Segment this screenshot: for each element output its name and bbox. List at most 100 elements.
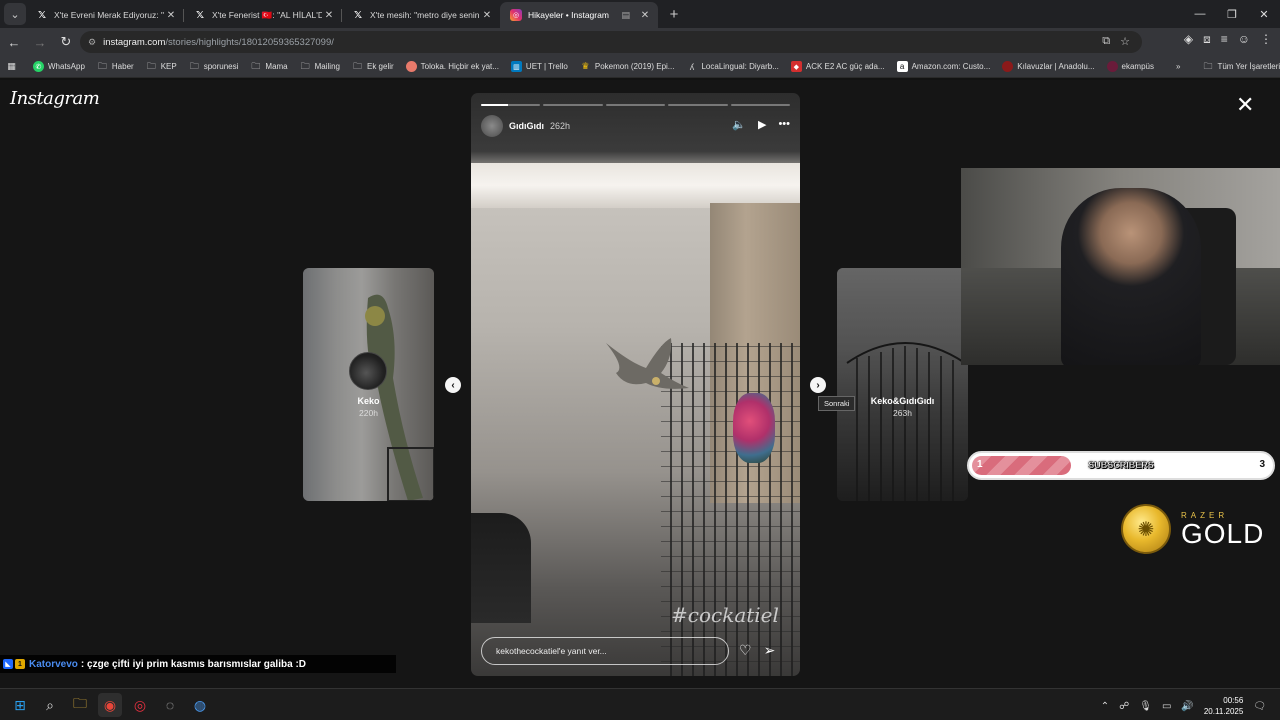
extensions-puzzle-icon[interactable]: ⧈ [1203,32,1211,47]
story-time: 263h [893,408,912,418]
tab-search-button[interactable]: ⌄ [4,3,26,25]
prime-badge-icon: ◣ [3,659,13,669]
search-icon[interactable]: ⌕ [38,693,62,717]
overflow-chevron-icon: » [1176,62,1181,71]
story-user-avatar[interactable] [481,115,503,137]
bookmark-label: sporunesi [203,62,239,71]
folder-icon: 🗀 [352,60,362,71]
bookmark-label: Toloka. Hiçbir ek yat... [420,62,499,71]
bookmark-item[interactable]: ✆ WhatsApp [27,57,91,77]
bookmark-item[interactable]: Kılavuzlar | Anadolu... [996,57,1100,77]
notifications-icon[interactable]: 🗨 [1253,701,1266,712]
file-explorer-icon[interactable]: 🗀 [68,693,92,717]
crown-icon: ♛ [581,61,590,71]
media-controls-icon[interactable]: ≡ [1221,32,1228,47]
anadolu-icon [1002,61,1014,72]
next-story-button[interactable]: › [810,377,826,393]
previous-story-button[interactable]: ‹ [445,377,461,393]
bookmark-folder[interactable]: 🗀 Mailing [294,57,346,77]
bookmark-folder[interactable]: 🗀 KEP [140,57,183,77]
story-hashtag-sticker: #cockatiel [671,603,779,627]
bookmark-item[interactable]: a Amazon.com: Custo... [891,57,997,77]
network-icon[interactable]: ☍ [1119,701,1129,712]
media-playing-icon[interactable]: ▤ [621,10,630,21]
close-icon[interactable]: ✕ [638,10,652,21]
system-tray: ⌃ ☍ 🎙 ▭ 🔊 00:56 20.11.2025 🗨 [1101,695,1266,717]
bookmark-item[interactable]: ◆ ACK E2 AC güç ada... [785,57,891,77]
clock-date: 20.11.2025 [1203,707,1244,716]
play-icon[interactable]: ▶ [758,118,766,131]
close-icon[interactable]: ✕ [480,10,494,21]
new-tab-button[interactable]: + [662,6,686,23]
browser-toolbar: ← → ↻ ⚙ instagram.com/stories/highlights… [0,28,1280,56]
story-toy [733,393,775,463]
volume-icon[interactable]: 🔊 [1181,701,1193,712]
bookmark-item[interactable]: ▥ UET | Trello [505,57,574,77]
browser-tab[interactable]: 𝕏 X'te mesih: "metro diye senin k ✕ [342,2,500,28]
reload-button[interactable]: ↻ [54,30,78,54]
instagram-logo[interactable]: Instagram [10,88,100,109]
window-close-icon[interactable]: ✕ [1248,0,1280,28]
bookmark-item[interactable]: ekampüs [1101,57,1160,77]
heart-icon[interactable]: ♡ [739,642,752,659]
toloka-icon [405,61,417,72]
apps-button[interactable]: ▦ [0,57,27,77]
tab-title: Hikayeler • Instagram [528,10,609,20]
bookmark-item[interactable]: ʎ LocaLingual: Diyarb... [680,57,784,77]
site-info-icon[interactable]: ⚙ [88,37,96,48]
close-icon[interactable]: ✕ [322,10,336,21]
menu-kebab-icon[interactable]: ⋮ [1260,32,1272,47]
browser-tab-active[interactable]: ◎ Hikayeler • Instagram ▤ ✕ [500,2,658,28]
bookmark-label: ekampüs [1121,62,1154,71]
microphone-icon[interactable]: 🎙 [1139,701,1152,712]
folder-icon: 🗀 [1203,60,1213,71]
bookmark-folder[interactable]: 🗀 sporunesi [183,57,245,77]
previous-story-card[interactable]: Keko 220h [303,268,434,501]
bookmark-folder[interactable]: 🗀 Mama [244,57,293,77]
bookmarks-overflow-button[interactable]: » [1170,57,1186,77]
close-icon[interactable]: ✕ [164,10,178,21]
opera-icon[interactable]: ◎ [128,693,152,717]
windows-start-icon[interactable]: ⊞ [8,693,32,717]
trello-icon: ▥ [510,61,522,72]
story-viewer[interactable]: GıdıGıdı 262h 🔈 ▶ ••• #cockatiel kekothe… [471,93,800,676]
reply-input[interactable]: kekothecockatiel'e yanıt ver... [481,637,729,665]
back-button[interactable]: ← [2,30,26,54]
obs-icon[interactable]: ◌ [158,693,182,717]
send-icon[interactable]: ➢ [764,642,776,659]
toolbar-actions: ◈ ⧈ ≡ ☺ ⋮ [1184,32,1272,47]
bookmark-star-icon[interactable]: ☆ [1120,35,1130,48]
chevron-up-icon[interactable]: ⌃ [1101,701,1109,712]
browser-tab[interactable]: 𝕏 X'te Fenerist 🇹🇷: "AL HİLAL'DEN ✕ [184,2,342,28]
clock[interactable]: 00:56 20.11.2025 [1204,695,1243,717]
restore-icon[interactable]: ❐ [1216,0,1248,28]
omnibox-actions: ⧉ ☆ [1102,35,1130,48]
bookmark-item[interactable]: Toloka. Hiçbir ek yat... [400,57,505,77]
bookmark-folder[interactable]: 🗀 Ek gelir [346,57,400,77]
extension-icon[interactable]: ◈ [1184,32,1193,47]
streamer [1061,188,1201,365]
razer-gold-text: GOLD [1181,517,1265,549]
profile-avatar-icon[interactable]: ☺ [1238,32,1250,47]
bookmark-label: UET | Trello [525,62,568,71]
bookmark-item[interactable]: ♛ Pokemon (2019) Epi... [574,57,681,77]
forward-button[interactable]: → [28,30,52,54]
minimize-icon[interactable]: — [1184,0,1216,28]
subs-label: SUBSCRIBERS [1088,460,1154,470]
address-bar[interactable]: ⚙ instagram.com/stories/highlights/18012… [80,31,1142,53]
story-username[interactable]: GıdıGıdı [509,121,544,131]
all-bookmarks-button[interactable]: 🗀 Tüm Yer İşaretleri [1196,57,1280,77]
bookmark-folder[interactable]: 🗀 Haber [91,57,140,77]
app-icon[interactable]: ◍ [188,693,212,717]
display-icon[interactable]: ▭ [1162,701,1171,712]
close-stories-icon[interactable]: ✕ [1236,94,1254,116]
next-tooltip: Sonraki [818,396,856,411]
bookmark-label: Mailing [314,62,340,71]
more-options-icon[interactable]: ••• [778,118,790,131]
browser-tab[interactable]: 𝕏 X'te Evreni Merak Ediyoruz: "Ro ✕ [26,2,184,28]
next-story-card[interactable]: Keko&GıdıGıdı 263h [837,268,968,501]
mute-icon[interactable]: 🔈 [732,118,746,131]
chat-badges: ◣ 1 [3,659,25,669]
chrome-icon[interactable]: ◉ [98,693,122,717]
install-app-icon[interactable]: ⧉ [1102,35,1110,48]
